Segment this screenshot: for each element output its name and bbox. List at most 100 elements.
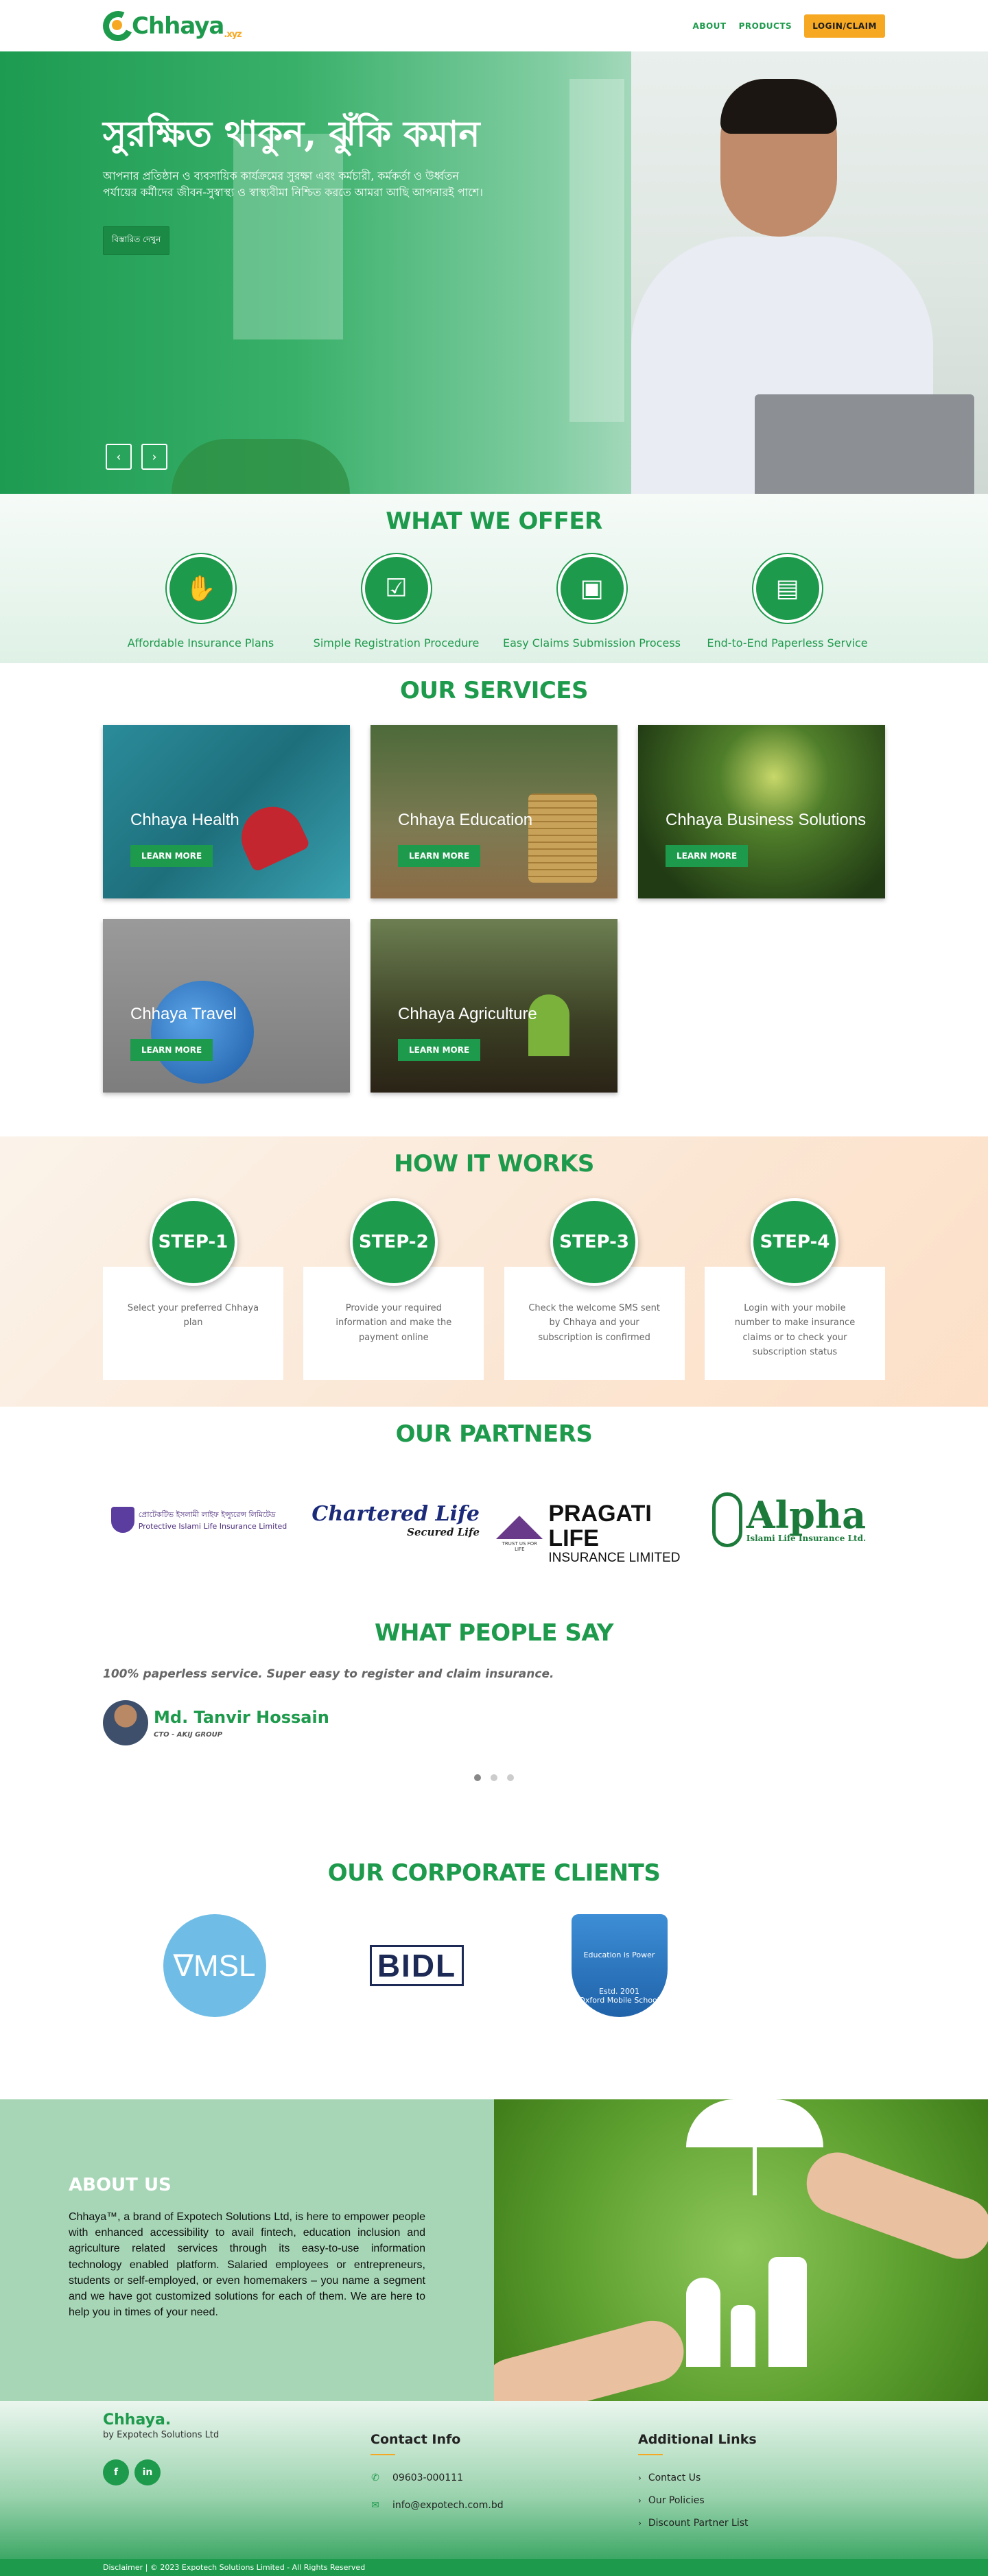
facebook-icon[interactable]: f bbox=[103, 2459, 129, 2485]
how-it-works-section: HOW IT WORKS STEP-1 Select your preferre… bbox=[0, 1136, 988, 1407]
login-claim-button[interactable]: LOGIN/CLAIM bbox=[804, 14, 885, 38]
offer-label: Simple Registration Procedure bbox=[313, 636, 480, 649]
coins-image bbox=[528, 794, 597, 883]
footer-link-discount[interactable]: › Discount Partner List bbox=[638, 2518, 885, 2529]
hero-title: সুরক্ষিত থাকুন, ঝুঁকি কমান bbox=[103, 113, 480, 155]
copyright-bar: Disclaimer | © 2023 Expotech Solutions L… bbox=[0, 2559, 988, 2576]
linkedin-icon[interactable]: in bbox=[134, 2459, 161, 2485]
learn-more-button[interactable]: LEARN MORE bbox=[398, 845, 481, 867]
service-card-health[interactable]: Chhaya Health LEARN MORE bbox=[103, 725, 350, 898]
service-label: Chhaya Health bbox=[130, 811, 239, 829]
learn-more-button[interactable]: LEARN MORE bbox=[130, 1039, 213, 1061]
offer-label: End-to-End Paperless Service bbox=[707, 636, 868, 649]
client-logo-bidl[interactable]: BIDL bbox=[346, 1907, 487, 2024]
additional-links-heading: Additional Links bbox=[638, 2432, 757, 2447]
disclaimer-link[interactable]: Disclaimer bbox=[103, 2563, 143, 2572]
phone-checklist-icon: ☑ bbox=[362, 554, 431, 623]
step-badge: STEP-1 bbox=[149, 1198, 237, 1286]
contact-info-heading: Contact Info bbox=[370, 2432, 461, 2447]
logo-mark-icon bbox=[98, 6, 138, 45]
offer-item: ▤ End-to-End Paperless Service bbox=[690, 554, 885, 649]
learn-more-button[interactable]: LEARN MORE bbox=[666, 845, 749, 867]
carousel-dot[interactable] bbox=[474, 1774, 481, 1781]
chevron-right-icon: › bbox=[638, 2496, 642, 2505]
partner-name: Alpha bbox=[746, 1493, 867, 1537]
client-logo-oxford[interactable]: Education is Power Estd. 2001 Oxford Mob… bbox=[549, 1907, 690, 2024]
partner-logo-alpha[interactable]: Alpha Islami Life Insurance Ltd. bbox=[693, 1482, 885, 1558]
hero-banner: সুরক্ষিত থাকুন, ঝুঁকি কমান আপনার প্রতিষ্… bbox=[0, 51, 988, 494]
footer-link-contact[interactable]: › Contact Us bbox=[638, 2472, 885, 2483]
partner-logo-protective[interactable]: প্রোটেকটিভ ইসলামী লাইফ ইন্স্যুরেন্স লিমি… bbox=[103, 1482, 295, 1558]
partners-title: OUR PARTNERS bbox=[395, 1420, 593, 1448]
offer-item: ✋ Affordable Insurance Plans bbox=[103, 554, 298, 649]
heart-stethoscope-image bbox=[231, 796, 311, 873]
service-card-travel[interactable]: Chhaya Travel LEARN MORE bbox=[103, 919, 350, 1093]
partner-name-bn: প্রোটেকটিভ ইসলামী লাইফ ইন্স্যুরেন্স লিমি… bbox=[138, 1510, 276, 1519]
carousel-next-button[interactable]: › bbox=[141, 444, 167, 470]
carousel-dots bbox=[103, 1774, 885, 1781]
globe-image bbox=[151, 981, 254, 1084]
nav-link-about[interactable]: ABOUT bbox=[693, 21, 727, 31]
step-card: STEP-2 Provide your required information… bbox=[303, 1198, 484, 1383]
drop-logo-icon bbox=[711, 1492, 742, 1547]
chevron-right-icon: › bbox=[638, 2518, 642, 2528]
step-card: STEP-3 Check the welcome SMS sent by Chh… bbox=[504, 1198, 685, 1383]
service-card-business[interactable]: Chhaya Business Solutions LEARN MORE bbox=[638, 725, 885, 898]
document-mouse-icon: ▤ bbox=[753, 554, 822, 623]
partner-name-sub: INSURANCE LIMITED bbox=[548, 1550, 681, 1565]
envelope-icon: ✉ bbox=[371, 2500, 379, 2511]
footer-link-policies[interactable]: › Our Policies bbox=[638, 2495, 885, 2506]
oxford-name: Oxford Mobile School bbox=[579, 1996, 659, 2005]
shield-icon bbox=[110, 1507, 134, 1533]
sprout-image bbox=[528, 994, 569, 1056]
offer-item: ▣ Easy Claims Submission Process bbox=[494, 554, 690, 649]
family-icon bbox=[686, 2257, 816, 2367]
offer-title: WHAT WE OFFER bbox=[386, 508, 602, 535]
offer-section: WHAT WE OFFER ✋ Affordable Insurance Pla… bbox=[0, 494, 988, 663]
service-card-agriculture[interactable]: Chhaya Agriculture LEARN MORE bbox=[370, 919, 618, 1093]
carousel-dot[interactable] bbox=[507, 1774, 514, 1781]
browser-window-icon: ▣ bbox=[557, 554, 626, 623]
brand-name: Chhaya bbox=[132, 12, 224, 40]
partners-section: OUR PARTNERS প্রোটেকটিভ ইসলামী লাইফ ইন্স… bbox=[0, 1407, 988, 1606]
clients-title: OUR CORPORATE CLIENTS bbox=[327, 1859, 661, 1887]
nav-links: ABOUT PRODUCTS LOGIN/CLAIM bbox=[693, 14, 885, 38]
carousel-prev-button[interactable]: ‹ bbox=[106, 444, 132, 470]
copyright-text: | © 2023 Expotech Solutions Limited - Al… bbox=[143, 2563, 366, 2572]
learn-more-button[interactable]: LEARN MORE bbox=[130, 845, 213, 867]
partner-name: PRAGATI LIFE bbox=[548, 1501, 652, 1552]
chevron-left-icon: ‹ bbox=[116, 449, 121, 464]
clients-section: OUR CORPORATE CLIENTS ∇MSL BIDL Educatio… bbox=[0, 1839, 988, 2099]
triangle-logo-icon bbox=[496, 1515, 543, 1539]
step-badge: STEP-4 bbox=[751, 1198, 839, 1286]
partner-name-en: Protective Islami Life Insurance Limited bbox=[138, 1522, 287, 1531]
client-logo-vmsl[interactable]: ∇MSL bbox=[144, 1907, 285, 2024]
contact-email[interactable]: ✉ info@expotech.com.bd bbox=[370, 2500, 631, 2511]
service-card-education[interactable]: Chhaya Education LEARN MORE bbox=[370, 725, 618, 898]
offer-label: Affordable Insurance Plans bbox=[127, 636, 274, 649]
phone-icon: ✆ bbox=[371, 2472, 379, 2483]
partner-logo-chartered[interactable]: Chartered Life Secured Life bbox=[300, 1482, 492, 1558]
partner-logo-pragati[interactable]: TRUST US FOR LIFE PRAGATI LIFE INSURANCE… bbox=[496, 1496, 688, 1571]
hero-subtitle: আপনার প্রতিষ্ঠান ও ব্যবসায়িক কার্যক্রমে… bbox=[103, 169, 483, 199]
partner-name-sub: Islami Life Insurance Ltd. bbox=[746, 1534, 867, 1543]
step-card: STEP-4 Login with your mobile number to … bbox=[704, 1198, 885, 1383]
how-title: HOW IT WORKS bbox=[394, 1150, 594, 1178]
nav-link-products[interactable]: PRODUCTS bbox=[739, 21, 792, 31]
offer-item: ☑ Simple Registration Procedure bbox=[298, 554, 494, 649]
service-label: Chhaya Agriculture bbox=[398, 1005, 537, 1023]
contact-phone[interactable]: ✆ 09603-000111 bbox=[370, 2472, 631, 2483]
oxford-established: Estd. 2001 bbox=[599, 1987, 639, 1996]
footer-logo[interactable]: Chhaya. bbox=[103, 2411, 364, 2429]
testimonial-role: CTO - AKIJ GROUP bbox=[154, 1730, 223, 1739]
learn-more-button[interactable]: LEARN MORE bbox=[398, 1039, 481, 1061]
partner-tagline: Secured Life bbox=[407, 1525, 480, 1538]
hero-details-button[interactable]: বিস্তারিত দেখুন bbox=[103, 226, 170, 255]
oxford-motto: Education is Power bbox=[583, 1951, 655, 1959]
partner-tagline: TRUST US FOR LIFE bbox=[502, 1540, 538, 1552]
about-title: ABOUT US bbox=[69, 2175, 172, 2195]
brand-suffix: .xyz bbox=[224, 29, 242, 40]
hand-coin-icon: ✋ bbox=[166, 554, 235, 623]
carousel-dot[interactable] bbox=[491, 1774, 497, 1781]
brand-logo[interactable]: Chhaya.xyz bbox=[98, 6, 242, 45]
